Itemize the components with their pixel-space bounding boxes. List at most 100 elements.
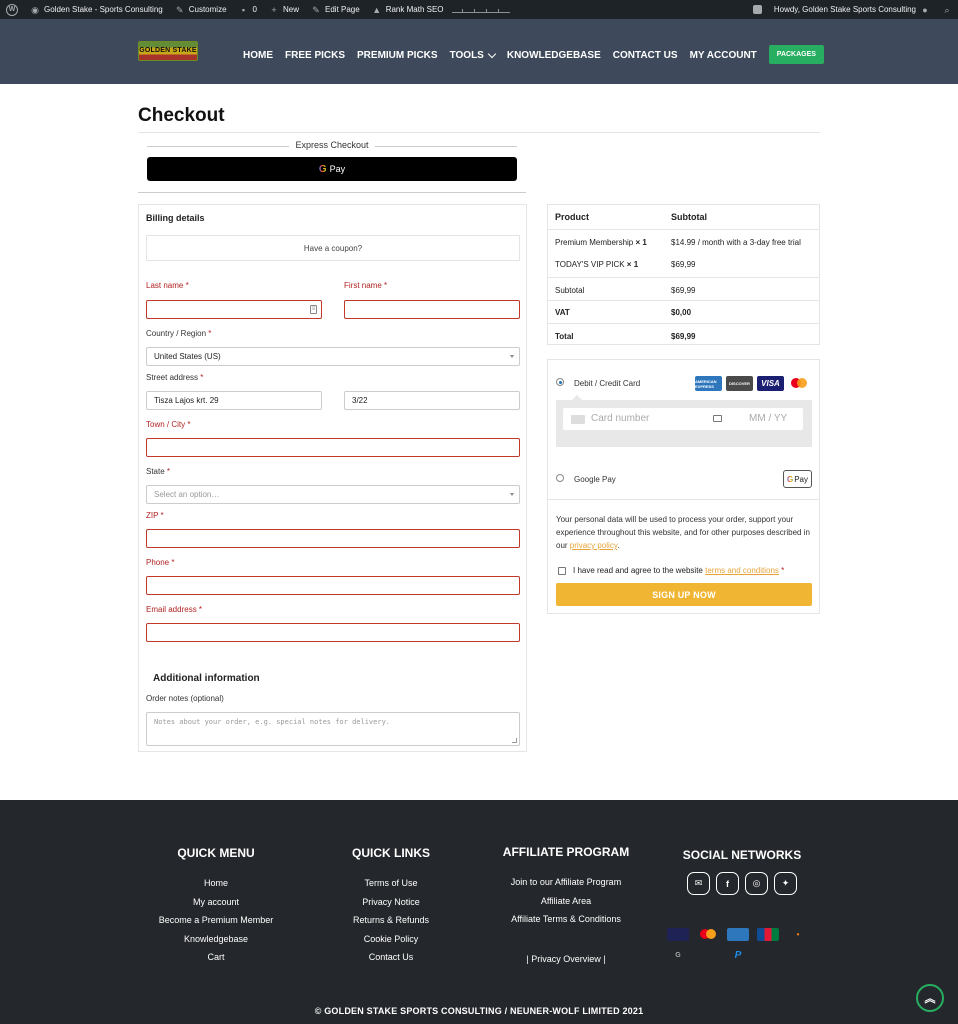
card-number-placeholder[interactable]: Card number: [591, 413, 649, 424]
nav-home[interactable]: HOME: [243, 50, 273, 61]
packages-button[interactable]: PACKAGES: [768, 45, 824, 64]
google-g-icon: G: [786, 474, 794, 484]
wordpress-menu[interactable]: W: [0, 0, 24, 19]
additional-info-title: Additional information: [153, 673, 260, 684]
zip-field[interactable]: [146, 529, 520, 548]
vat-row: VAT $0,00: [548, 300, 819, 323]
footer-link[interactable]: Affiliate Area: [496, 892, 636, 911]
footer-link[interactable]: My account: [146, 893, 286, 912]
jcb-icon: [757, 928, 779, 941]
sign-up-button[interactable]: SIGN UP NOW: [556, 583, 812, 606]
main-nav: HOME FREE PICKS PREMIUM PICKS TOOLS KNOW…: [243, 45, 824, 64]
state-label: State *: [146, 467, 170, 476]
footer-link[interactable]: Join to our Affiliate Program: [496, 873, 636, 892]
phone-field[interactable]: [146, 576, 520, 595]
dashboard-icon: ◉: [31, 4, 39, 15]
twitter-icon[interactable]: ✦: [774, 872, 797, 895]
order-notes-textarea[interactable]: Notes about your order, e.g. special not…: [146, 712, 520, 746]
admin-edit-page[interactable]: ✎ Edit Page: [305, 0, 366, 19]
admin-account[interactable]: Howdy, Golden Stake Sports Consulting ●: [768, 0, 936, 19]
expiry-placeholder[interactable]: MM / YY: [749, 413, 787, 424]
email-label-text: Email address: [146, 605, 197, 614]
payment-methods: Debit / Credit Card AMERICAN EXPRESS DIS…: [547, 359, 820, 614]
footer-link[interactable]: Cart: [146, 948, 286, 967]
admin-comments[interactable]: ▪ 0: [233, 0, 263, 19]
express-line-right: [375, 146, 517, 147]
street-address-2-field[interactable]: 3/22: [344, 391, 520, 410]
footer-link[interactable]: Returns & Refunds: [331, 911, 451, 930]
google-pay-option-label[interactable]: Google Pay: [574, 475, 616, 484]
state-select[interactable]: Select an option…: [146, 485, 520, 504]
footer-link[interactable]: Affiliate Terms & Conditions: [496, 910, 636, 929]
footer-affiliate: AFFILIATE PROGRAM Join to our Affiliate …: [496, 845, 636, 968]
coupon-toggle[interactable]: Have a coupon?: [146, 235, 520, 261]
footer-link[interactable]: Contact Us: [331, 948, 451, 967]
required-mark: *: [160, 511, 164, 520]
instagram-icon[interactable]: ◎: [745, 872, 768, 895]
footer-link[interactable]: Home: [146, 874, 286, 893]
discover-icon: •: [796, 930, 800, 939]
nav-contact-us[interactable]: CONTACT US: [613, 50, 678, 61]
mastercard-icon: [788, 376, 810, 391]
card-input[interactable]: Card number MM / YY: [563, 408, 803, 430]
google-pay-badge-label: Pay: [794, 474, 809, 484]
admin-site-name[interactable]: ◉ Golden Stake - Sports Consulting: [24, 0, 169, 19]
city-field[interactable]: [146, 438, 520, 457]
nav-free-picks[interactable]: FREE PICKS: [285, 50, 345, 61]
admin-bar: W ◉ Golden Stake - Sports Consulting ✎ Cus…: [0, 0, 958, 19]
total-label: Total: [555, 332, 574, 341]
city-label: Town / City *: [146, 420, 190, 429]
admin-rank-math[interactable]: ▲ Rank Math SEO: [366, 0, 516, 19]
select-arrow-icon: [510, 355, 514, 358]
terms-link[interactable]: terms and conditions: [705, 566, 779, 575]
site-logo[interactable]: GOLDEN STAKE: [138, 41, 198, 61]
card-option-label[interactable]: Debit / Credit Card: [574, 379, 640, 388]
nav-my-account[interactable]: MY ACCOUNT: [690, 50, 757, 61]
card-back-icon: [713, 415, 722, 422]
footer-link[interactable]: Knowledgebase: [146, 930, 286, 949]
country-select[interactable]: United States (US): [146, 347, 520, 366]
google-pay-radio[interactable]: [556, 474, 564, 482]
site-name-label: Golden Stake - Sports Consulting: [44, 5, 163, 14]
email-field[interactable]: [146, 623, 520, 642]
visa-icon: [667, 928, 689, 941]
street-address-field[interactable]: Tisza Lajos krt. 29: [146, 391, 322, 410]
nav-knowledgebase[interactable]: KNOWLEDGEBASE: [507, 50, 601, 61]
admin-new[interactable]: + New: [263, 0, 305, 19]
express-divider: [138, 192, 526, 193]
footer-link[interactable]: Terms of Use: [331, 874, 451, 893]
product-name: Premium Membership: [555, 238, 634, 247]
admin-notification[interactable]: [747, 0, 768, 19]
terms-checkbox[interactable]: [558, 567, 566, 575]
google-pay-button[interactable]: G Pay: [147, 157, 517, 181]
privacy-overview-link[interactable]: | Privacy Overview |: [496, 950, 636, 969]
vat-value: $0,00: [671, 308, 692, 317]
logo-text: GOLDEN STAKE: [139, 47, 197, 54]
resize-handle-icon[interactable]: [512, 738, 517, 743]
footer-social: SOCIAL NETWORKS ✉ f ◎ ✦: [672, 848, 812, 895]
zip-label-text: ZIP: [146, 511, 159, 520]
facebook-icon[interactable]: f: [716, 872, 739, 895]
nav-premium-picks[interactable]: PREMIUM PICKS: [357, 50, 438, 61]
footer-link[interactable]: Privacy Notice: [331, 893, 451, 912]
footer-link[interactable]: Cookie Policy: [331, 930, 451, 949]
email-icon[interactable]: ✉: [687, 872, 710, 895]
admin-customize[interactable]: ✎ Customize: [169, 0, 233, 19]
edit-page-label: Edit Page: [325, 5, 360, 14]
contact-card-icon[interactable]: ≡: [310, 305, 317, 314]
order-notes-placeholder: Notes about your order, e.g. special not…: [154, 718, 391, 726]
nav-tools[interactable]: TOOLS: [450, 49, 497, 61]
scroll-to-top-button[interactable]: ︽: [916, 984, 944, 1012]
wordpress-logo-icon: W: [6, 3, 18, 16]
order-header-row: Product Subtotal: [548, 205, 819, 229]
last-name-field[interactable]: ≡: [146, 300, 322, 319]
footer-link[interactable]: Become a Premium Member: [146, 911, 286, 930]
terms-label: I have read and agree to the website ter…: [573, 566, 784, 575]
admin-search[interactable]: ⌕: [936, 0, 958, 19]
card-radio[interactable]: [556, 378, 564, 386]
privacy-policy-link[interactable]: privacy policy: [570, 541, 617, 550]
required-mark: *: [187, 420, 191, 429]
required-mark: *: [208, 329, 212, 338]
rank-math-label: Rank Math SEO: [385, 5, 444, 14]
first-name-field[interactable]: [344, 300, 520, 319]
